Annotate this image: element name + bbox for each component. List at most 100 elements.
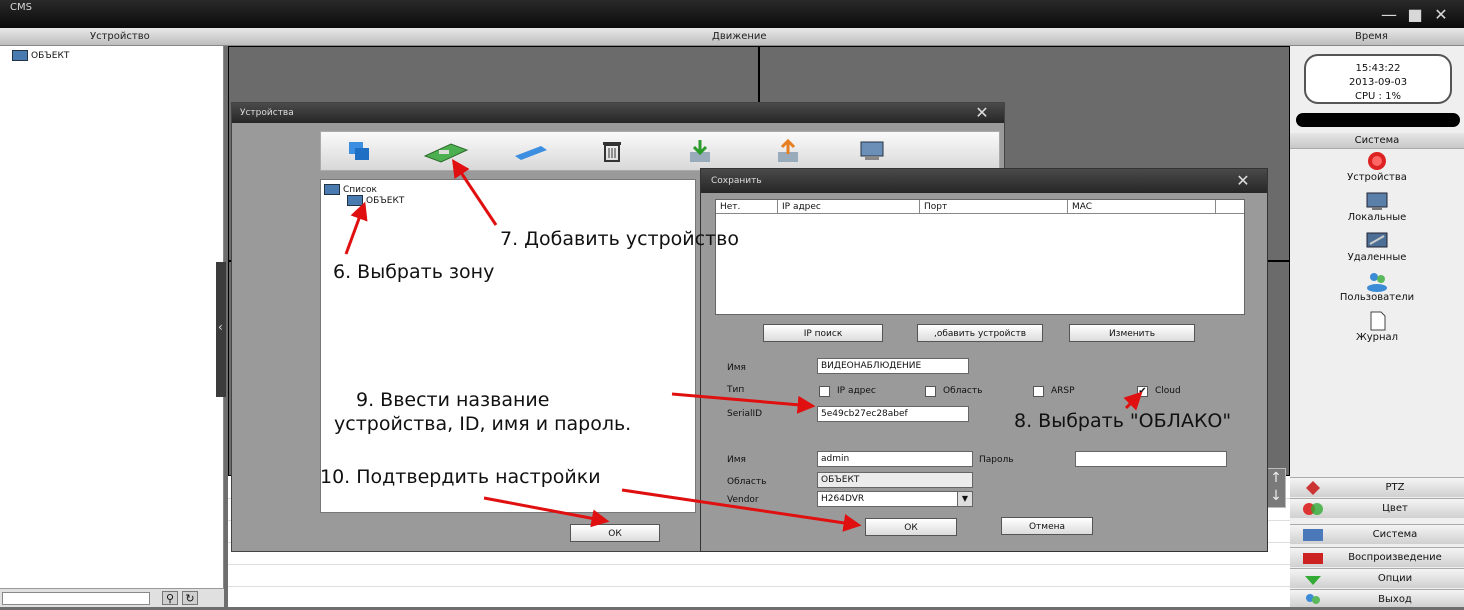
type-label: Тип (727, 385, 745, 395)
sidebar-item-remote[interactable]: Удаленные (1290, 230, 1464, 263)
exit-button[interactable]: Выход (1290, 589, 1464, 607)
annotation-step9-line1: 9. Ввести название (356, 389, 550, 411)
add-zone-icon[interactable] (345, 138, 375, 164)
left-search-bar: ⚲ ↻ (0, 588, 224, 607)
type-cloud-checkbox[interactable]: ✔ (1137, 386, 1148, 397)
sidebar-item-log[interactable]: Журнал (1290, 310, 1464, 343)
clock-date: 2013-09-03 (1348, 77, 1408, 88)
name-label: Имя (727, 363, 746, 373)
users-icon (1367, 273, 1387, 292)
area-field: ОБЪЕКТ (817, 472, 973, 488)
save-dialog: Сохранить ✕ Нет. IP адрес Порт MAC IP по… (700, 168, 1268, 552)
type-ip-checkbox[interactable] (819, 386, 830, 397)
tree-root-object[interactable]: ОБЪЕКТ (12, 50, 69, 61)
type-cloud-label: Cloud (1155, 386, 1181, 396)
minimize-icon[interactable]: — (1378, 6, 1400, 24)
save-dialog-title: Сохранить (701, 169, 1267, 193)
folder-icon (324, 184, 340, 195)
scroll-updown-icon[interactable]: ↑ ↓ (1266, 468, 1286, 508)
color-button[interactable]: Цвет (1290, 498, 1464, 518)
close-icon[interactable]: ✕ (1231, 171, 1255, 191)
tree-item-list[interactable]: Список (324, 184, 377, 195)
close-icon[interactable]: ✕ (970, 103, 994, 123)
tree-item-object[interactable]: ОБЪЕКТ (347, 195, 404, 206)
chevron-left-icon: ‹ (218, 320, 223, 334)
sidebar-item-label: Локальные (1347, 212, 1407, 223)
ip-search-button[interactable]: IP поиск (763, 324, 883, 342)
clock-display: 15:43:22 2013-09-03 CPU : 1% (1304, 54, 1452, 104)
annotation-step8: 8. Выбрать "ОБЛАКО" (1014, 410, 1232, 432)
vendor-label: Vendor (727, 495, 759, 505)
column-header[interactable]: Нет. (716, 200, 778, 214)
red-circle-icon (1368, 152, 1386, 170)
devices-ok-button[interactable]: ОК (570, 524, 660, 542)
system-panel-title: Система (1290, 133, 1464, 149)
column-header[interactable]: Порт (920, 200, 1068, 214)
type-arsp-checkbox[interactable] (1033, 386, 1044, 397)
cpu-usage: CPU : 1% (1355, 91, 1401, 102)
chevron-down-icon[interactable]: ▼ (957, 492, 972, 506)
vendor-value: H264DVR (821, 494, 865, 504)
sidebar-item-users[interactable]: Пользователи (1290, 270, 1464, 303)
type-ip-label: IP адрес (837, 386, 876, 396)
edit-icon[interactable] (511, 138, 551, 164)
maximize-icon[interactable]: ■ (1404, 6, 1426, 24)
search-input[interactable] (2, 592, 150, 605)
column-header-bar: Устройство Движение Время (0, 28, 1464, 46)
ptz-icon (1306, 481, 1320, 495)
serial-label: SerialID (727, 409, 763, 419)
ptz-button[interactable]: PTZ (1290, 477, 1464, 497)
system-button[interactable]: Система (1290, 524, 1464, 544)
sidebar-item-label: Удаленные (1347, 252, 1407, 263)
column-header[interactable]: IP адрес (778, 200, 920, 214)
playback-button[interactable]: Воспроизведение (1290, 547, 1464, 567)
header-device: Устройство (90, 31, 150, 42)
folder-icon (12, 50, 28, 61)
annotation-step6: 6. Выбрать зону (333, 261, 495, 283)
annotation-step9-line2: устройства, ID, имя и пароль. (334, 413, 632, 435)
type-area-checkbox[interactable] (925, 386, 936, 397)
title-bar: CMS — ■ ✕ (0, 0, 1464, 28)
search-icon[interactable]: ⚲ (162, 591, 178, 605)
tree-root-label: ОБЪЕКТ (31, 50, 70, 61)
password-label: Пароль (979, 455, 1014, 465)
devices-toolbar (320, 131, 1000, 171)
password-input[interactable] (1075, 451, 1227, 467)
add-device-icon[interactable] (421, 138, 471, 164)
vendor-select[interactable]: H264DVR ▼ (817, 491, 973, 507)
serial-id-input[interactable]: 5e49cb27ec28abef (817, 406, 969, 422)
header-time: Время (1355, 31, 1388, 42)
export-icon[interactable] (773, 138, 803, 164)
playback-icon (1303, 553, 1323, 564)
username-label: Имя (727, 455, 746, 465)
save-ok-button[interactable]: ОК (865, 518, 957, 536)
refresh-icon[interactable]: ↻ (182, 591, 198, 605)
app-title: CMS (10, 2, 32, 13)
device-name-input[interactable]: ВИДЕОНАБЛЮДЕНИЕ (817, 358, 969, 374)
color-icon (1303, 503, 1323, 515)
cancel-button[interactable]: Отмена (1001, 517, 1093, 535)
sidebar-item-label: Пользователи (1339, 292, 1415, 303)
device-search-table: Нет. IP адрес Порт MAC (715, 199, 1245, 315)
panel-splitter[interactable]: ‹ (216, 262, 226, 397)
sidebar-item-label: Журнал (1355, 332, 1399, 343)
network-devices-icon[interactable] (857, 138, 887, 164)
options-button[interactable]: Опции (1290, 568, 1464, 588)
system-icon (1303, 529, 1323, 541)
sidebar-item-devices[interactable]: Устройства (1290, 150, 1464, 183)
exit-icon (1306, 594, 1320, 604)
trash-icon[interactable] (597, 138, 627, 164)
column-header[interactable]: MAC (1068, 200, 1216, 214)
header-motion: Движение (712, 31, 767, 42)
add-device-button[interactable]: ,обавить устройств (917, 324, 1043, 342)
clock-time: 15:43:22 (1355, 63, 1401, 74)
import-icon[interactable] (685, 138, 715, 164)
device-tree-panel: ОБЪЕКТ (0, 46, 224, 607)
close-icon[interactable]: ✕ (1430, 6, 1452, 24)
annotation-step10: 10. Подтвердить настройки (320, 466, 601, 488)
options-icon (1305, 576, 1321, 585)
remote-config-icon (1366, 232, 1388, 248)
sidebar-item-local[interactable]: Локальные (1290, 190, 1464, 223)
username-input[interactable]: admin (817, 451, 973, 467)
edit-button[interactable]: Изменить (1069, 324, 1195, 342)
